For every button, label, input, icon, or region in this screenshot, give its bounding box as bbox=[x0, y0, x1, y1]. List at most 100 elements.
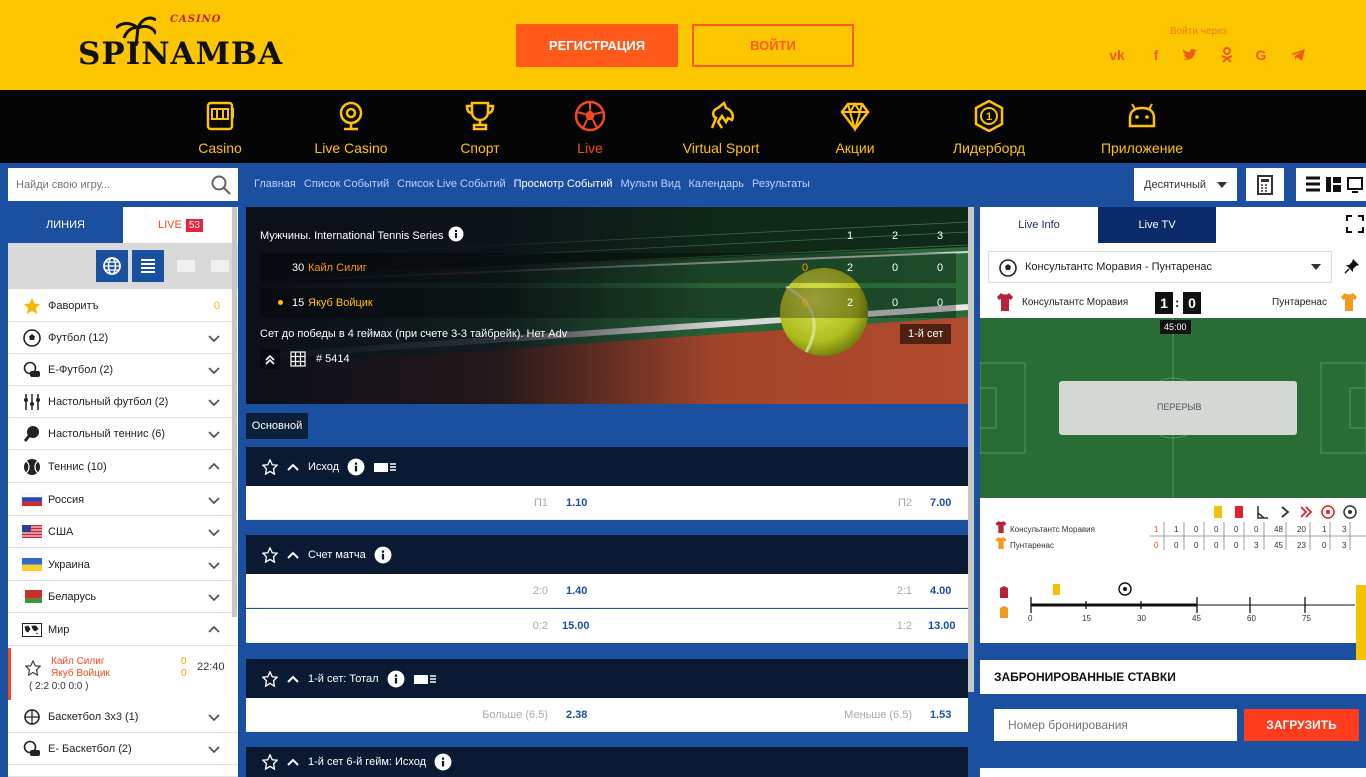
tab-live[interactable]: LIVE 53 bbox=[123, 207, 238, 243]
chevron-down-icon bbox=[208, 594, 220, 602]
crumb-events[interactable]: Список Событий bbox=[304, 178, 389, 190]
nav-leaderboard[interactable]: 1 Лидерборд bbox=[948, 100, 1030, 156]
usa-flag-icon bbox=[22, 522, 42, 542]
market-header-set1-total[interactable]: 1-й сет: Тотал bbox=[246, 659, 968, 698]
chevron-up-icon[interactable] bbox=[286, 674, 300, 684]
collapse-up-icon[interactable] bbox=[260, 349, 280, 369]
market-header-outcome[interactable]: Исход bbox=[246, 447, 968, 486]
favorite-star-icon[interactable] bbox=[25, 660, 41, 676]
info-icon[interactable] bbox=[434, 753, 452, 771]
nav-live[interactable]: Live bbox=[570, 100, 610, 156]
nav-live-casino[interactable]: Live Casino bbox=[310, 100, 392, 156]
nav-promotions[interactable]: Акции bbox=[830, 100, 880, 156]
favorite-star-icon[interactable] bbox=[262, 458, 278, 475]
odds-button[interactable]: 2.38 bbox=[566, 709, 587, 721]
sidebar-scrollbar[interactable] bbox=[232, 207, 237, 617]
sidebar-item-world[interactable]: Мир bbox=[8, 614, 238, 646]
crumb-results[interactable]: Результаты bbox=[752, 178, 810, 190]
info-icon[interactable] bbox=[374, 546, 392, 564]
login-button[interactable]: ВОЙТИ bbox=[692, 24, 854, 67]
odds-button[interactable]: 1.10 bbox=[566, 497, 587, 509]
sidebar-item-partial[interactable] bbox=[8, 765, 238, 777]
match-rule: Сет до победы в 4 геймах (при счете 3-3 … bbox=[260, 328, 568, 340]
crumb-home[interactable]: Главная bbox=[254, 178, 296, 190]
favorite-star-icon[interactable] bbox=[262, 546, 278, 563]
vk-icon[interactable]: vk bbox=[1108, 46, 1126, 64]
telegram-icon[interactable] bbox=[1289, 46, 1307, 64]
nav-app[interactable]: Приложение bbox=[1096, 100, 1188, 156]
sidebar-item-ebasketball[interactable]: E- Баскетбол (2) bbox=[8, 733, 238, 765]
odds-button[interactable]: 15.00 bbox=[562, 620, 590, 632]
info-icon[interactable] bbox=[347, 458, 365, 476]
scoreboard-grid-icon[interactable] bbox=[290, 351, 306, 367]
sidebar-item-belarus[interactable]: Беларусь bbox=[8, 581, 238, 613]
sidebar-item-efootball[interactable]: E-Футбол (2) bbox=[8, 354, 238, 386]
filter-grid-button[interactable] bbox=[170, 250, 202, 282]
center-scrollbar[interactable] bbox=[968, 207, 974, 692]
sidebar-item-tennis[interactable]: Теннис (10) bbox=[8, 451, 238, 483]
twitter-icon[interactable] bbox=[1181, 46, 1199, 64]
favorite-star-icon[interactable] bbox=[262, 670, 278, 687]
odds-button[interactable]: 1.40 bbox=[566, 585, 587, 597]
logo-text: SPINAMBA bbox=[78, 36, 284, 72]
crumb-live-events[interactable]: Список Live Событий bbox=[397, 178, 506, 190]
facebook-icon[interactable]: f bbox=[1147, 46, 1165, 64]
nav-label: Лидерборд bbox=[952, 140, 1026, 156]
filter-globe-button[interactable] bbox=[96, 250, 128, 282]
register-button[interactable]: РЕГИСТРАЦИЯ bbox=[516, 24, 678, 67]
sidebar-item-ukraine[interactable]: Украина bbox=[8, 549, 238, 581]
chevron-down-icon bbox=[208, 367, 220, 375]
google-icon[interactable]: G bbox=[1252, 46, 1270, 64]
odds-button[interactable]: 4.00 bbox=[930, 585, 951, 597]
odnoklassniki-icon[interactable] bbox=[1218, 46, 1236, 64]
odds-button[interactable]: 7.00 bbox=[930, 497, 951, 509]
info-icon[interactable] bbox=[387, 670, 405, 688]
sidebar-item-favorites[interactable]: Фаворитъ 0 bbox=[8, 290, 238, 322]
chevron-up-icon[interactable] bbox=[286, 757, 300, 767]
odds-button[interactable]: 13.00 bbox=[928, 620, 956, 632]
filter-list-button[interactable] bbox=[132, 250, 164, 282]
match-select[interactable]: Консультантс Моравия - Пунтаренас bbox=[988, 251, 1332, 283]
spinamba-logo[interactable]: CASINO SPINAMBA bbox=[78, 14, 282, 74]
market-header-correct-score[interactable]: Счет матча bbox=[246, 535, 968, 574]
sidebar-item-label: Настольный футбол (2) bbox=[48, 395, 169, 408]
view-switcher[interactable] bbox=[1296, 168, 1366, 201]
sidebar-item-label: E-Футбол (2) bbox=[48, 363, 113, 376]
market-group-tag[interactable]: Основной bbox=[246, 413, 308, 439]
odds-button[interactable]: 1.53 bbox=[930, 709, 951, 721]
favorite-star-icon[interactable] bbox=[262, 754, 278, 770]
tab-live-info[interactable]: Live Info bbox=[980, 207, 1098, 243]
sidebar-item-usa[interactable]: США bbox=[8, 516, 238, 548]
crumb-view-events[interactable]: Просмотр Событий bbox=[514, 178, 613, 190]
crumb-calendar[interactable]: Календарь bbox=[689, 178, 745, 190]
pin-icon[interactable] bbox=[1344, 258, 1360, 274]
sidebar-item-table-tennis[interactable]: Настольный теннис (6) bbox=[8, 418, 238, 450]
sidebar-item-football[interactable]: Футбол (12) bbox=[8, 322, 238, 354]
nav-virtual-sport[interactable]: Virtual Sport bbox=[676, 100, 766, 156]
tab-line[interactable]: ЛИНИЯ bbox=[8, 207, 123, 243]
social-login-label: Войти через bbox=[1170, 26, 1228, 37]
calculator-button[interactable] bbox=[1246, 168, 1284, 201]
sidebar-item-russia[interactable]: Россия bbox=[8, 484, 238, 516]
crumb-multiview[interactable]: Мульти Вид bbox=[621, 178, 681, 190]
chevron-up-icon[interactable] bbox=[286, 462, 300, 472]
nav-casino[interactable]: Casino bbox=[192, 100, 248, 156]
fullscreen-icon[interactable] bbox=[1346, 215, 1364, 233]
nav-sport[interactable]: Спорт bbox=[455, 100, 505, 156]
search-icon[interactable] bbox=[210, 174, 232, 196]
sidebar-item-basketball-3x3[interactable]: Баскетбол 3х3 (1) bbox=[8, 701, 238, 733]
booking-number-input[interactable] bbox=[994, 709, 1237, 741]
nav-label: Приложение bbox=[1100, 140, 1184, 156]
sidebar-item-table-football[interactable]: Настольный футбол (2) bbox=[8, 386, 238, 418]
market-header-set1-game6[interactable]: 1-й сет 6-й гейм: Исход bbox=[246, 747, 968, 777]
chevron-up-icon[interactable] bbox=[286, 550, 300, 560]
load-booking-button[interactable]: ЗАГРУЗИТЬ bbox=[1244, 709, 1359, 741]
stats-away-name: Пунтаренас bbox=[1010, 541, 1054, 550]
player-2-set-3: 0 bbox=[937, 297, 944, 309]
tab-live-tv[interactable]: Live TV bbox=[1098, 207, 1216, 243]
sidebar-live-event[interactable]: Кайл Силиг Якуб Войцик 0 0 22:40 ( 2:2 0… bbox=[8, 648, 238, 700]
odds-format-select[interactable]: Десятичный bbox=[1134, 168, 1237, 201]
search-input[interactable] bbox=[8, 168, 238, 201]
info-icon[interactable] bbox=[448, 226, 464, 242]
chevron-down-icon bbox=[208, 335, 220, 343]
